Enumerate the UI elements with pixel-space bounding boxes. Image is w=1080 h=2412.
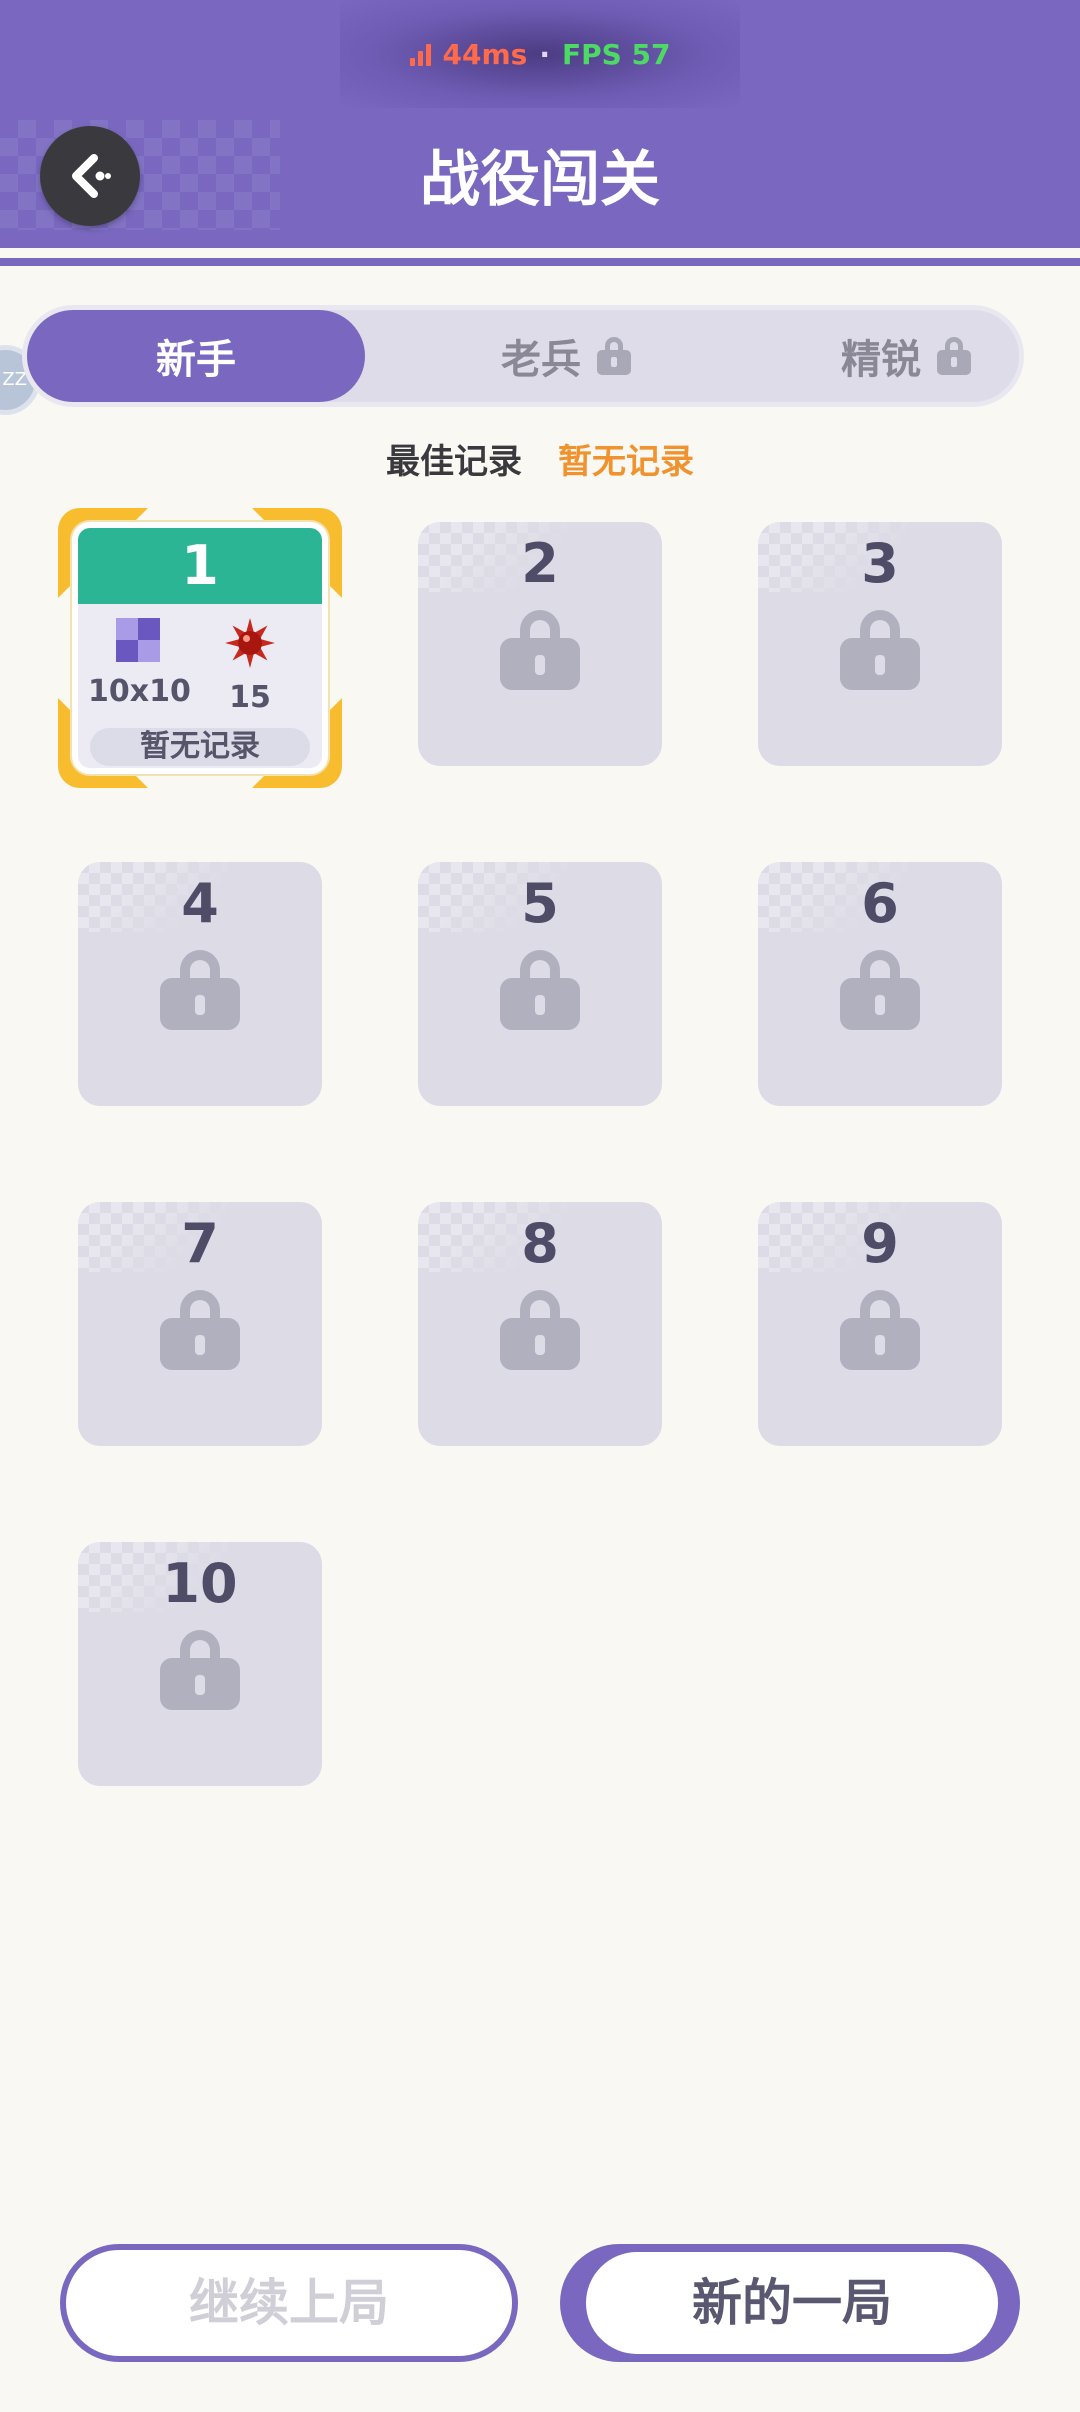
level-card-3[interactable]: 3 [758,522,1002,766]
lock-icon [500,1290,580,1370]
level-number: 4 [181,872,219,935]
best-record-label: 最佳记录 [386,441,522,482]
page-title: 战役闯关 [420,145,660,215]
level-number: 6 [861,872,899,935]
level-number: 1 [78,528,322,604]
new-game-label: 新的一局 [586,2252,998,2354]
latency-text: 44ms [442,37,528,71]
tab-label: 精锐 [841,337,921,383]
level-number: 2 [521,532,559,595]
level-number: 10 [162,1552,238,1615]
level-card-4[interactable]: 4 [78,862,322,1106]
level-card-7[interactable]: 7 [78,1202,322,1446]
lock-icon [935,337,973,375]
lock-icon [840,1290,920,1370]
level-number: 9 [861,1212,899,1275]
best-record: 最佳记录 暂无记录 [0,430,1080,486]
tab-label: 新手 [156,337,236,383]
level-card-8[interactable]: 8 [418,1202,662,1446]
network-stats: 44ms · FPS 57 [340,0,740,108]
fps-text: FPS 57 [561,37,671,71]
level-card-6[interactable]: 6 [758,862,1002,1106]
board-size-value: 10x10 [88,674,191,709]
tab-novice[interactable]: 新手 [27,310,365,402]
lock-icon [595,337,633,375]
best-record-value: 暂无记录 [558,441,694,482]
level-card-10[interactable]: 10 [78,1542,322,1786]
lock-icon [160,1290,240,1370]
header-bar: 44ms · FPS 57 战役闯关 [0,0,1080,248]
level-number: 3 [861,532,899,595]
tab-label: 老兵 [501,337,581,383]
lock-icon [840,610,920,690]
lock-icon [500,950,580,1030]
level-number: 7 [181,1212,219,1275]
grid-size-icon [116,618,160,662]
level-card-body: 1 10x10 15 暂无记录 [72,522,328,774]
new-game-button[interactable]: 新的一局 [560,2244,1020,2362]
header-divider-line [0,258,1080,266]
lock-icon [500,610,580,690]
level-record: 暂无记录 [90,728,310,766]
tab-veteran[interactable]: 老兵 [447,310,687,402]
lock-icon [840,950,920,1030]
difficulty-tabs: 新手 老兵 精锐 [22,305,1024,407]
level-card-5[interactable]: 5 [418,862,662,1106]
level-card-2[interactable]: 2 [418,522,662,766]
level-card-1[interactable]: 1 10x10 15 暂无记录 [58,508,342,788]
level-number: 5 [521,872,559,935]
mine-icon [225,618,275,668]
level-card-9[interactable]: 9 [758,1202,1002,1446]
tab-elite[interactable]: 精锐 [787,310,1027,402]
continue-game-button[interactable]: 继续上局 [60,2244,518,2362]
lock-icon [160,1630,240,1710]
signal-bars-icon [409,42,431,66]
mine-count-stat: 15 [200,618,300,715]
board-size-stat: 10x10 [88,618,191,709]
lock-icon [160,950,240,1030]
stats-separator: · [539,37,550,71]
mine-count-value: 15 [229,680,271,715]
level-number: 8 [521,1212,559,1275]
